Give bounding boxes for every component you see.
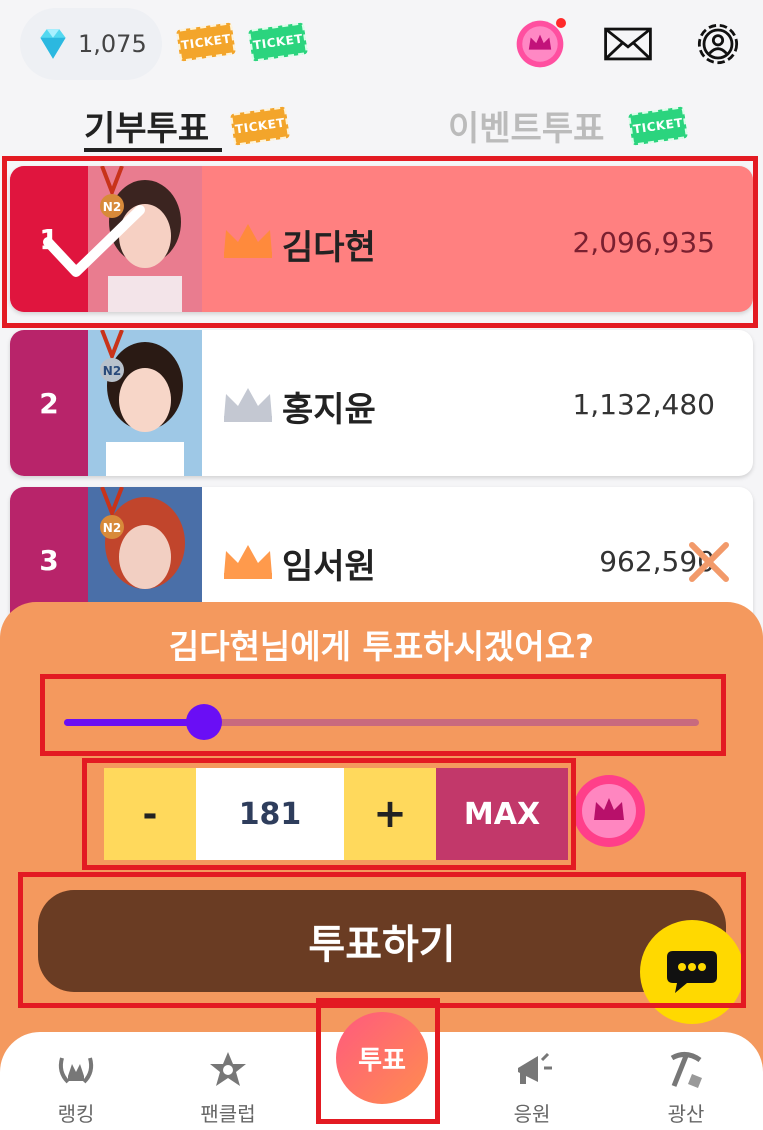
megaphone-icon: [518, 1052, 552, 1084]
vote-sheet-title: 김다현님에게 투표하시겠어요?: [168, 627, 595, 666]
ticket-green-icon: TICKET: [628, 104, 688, 148]
vote-slider-fill: [64, 719, 204, 726]
crown-icon: [224, 388, 272, 422]
laurel-icon: [58, 1057, 94, 1084]
singer-name: 홍지윤: [282, 390, 376, 430]
svg-text:N2: N2: [103, 521, 121, 535]
tab-underline: [84, 148, 222, 152]
gear-user-icon: [697, 23, 739, 65]
close-x-icon[interactable]: [686, 539, 732, 585]
medal-icon: N2: [100, 487, 124, 539]
notification-dot: [556, 18, 566, 28]
tab-donation-vote[interactable]: 기부투표: [84, 100, 209, 150]
decrement-button[interactable]: -: [104, 768, 196, 860]
nav-vote-fab[interactable]: 투표: [336, 1012, 428, 1104]
chat-bubble-icon: [667, 951, 717, 993]
ranking-row-2[interactable]: 2 N2 홍지윤 1,132,480: [10, 330, 753, 476]
star-badge-icon: [210, 1052, 246, 1086]
gem-count: 1,075: [78, 30, 147, 58]
tab-event-vote[interactable]: 이벤트투표: [448, 100, 604, 150]
vote-count: 2,096,935: [572, 226, 715, 259]
nav-mine[interactable]: 광산: [626, 1048, 746, 1127]
ticket-green-icon[interactable]: TICKET: [248, 20, 308, 64]
vote-slider-thumb[interactable]: [185, 704, 222, 740]
checkmark-icon: [43, 205, 145, 277]
max-button[interactable]: MAX: [436, 768, 568, 860]
crown-icon: [224, 545, 272, 579]
nav-fanclub[interactable]: 팬클럽: [168, 1048, 288, 1127]
chat-button[interactable]: [640, 920, 744, 1024]
crown-badge-icon[interactable]: [570, 772, 648, 850]
svg-text:N2: N2: [103, 364, 121, 378]
medal-icon: N2: [100, 330, 124, 382]
vote-submit-button[interactable]: 투표하기: [38, 890, 726, 992]
diamond-icon: [40, 29, 66, 59]
nav-cheer[interactable]: 응원: [472, 1048, 592, 1127]
pickaxe-icon: [670, 1052, 702, 1088]
crown-badge-button[interactable]: [510, 14, 570, 74]
crown-icon: [224, 224, 272, 258]
settings-button[interactable]: [688, 14, 748, 74]
gem-balance[interactable]: 1,075: [20, 8, 162, 80]
nav-ranking[interactable]: 랭킹: [16, 1048, 136, 1127]
ticket-orange-icon: TICKET: [230, 104, 290, 148]
singer-name: 임서원: [282, 547, 376, 587]
ticket-orange-icon[interactable]: TICKET: [176, 20, 236, 64]
mail-button[interactable]: [598, 14, 658, 74]
singer-name: 김다현: [282, 228, 376, 268]
quantity-field[interactable]: 181: [196, 768, 344, 860]
vote-count: 1,132,480: [572, 388, 715, 421]
rank-number: 2: [10, 330, 88, 476]
increment-button[interactable]: +: [344, 768, 436, 860]
mail-icon: [604, 27, 652, 61]
ranking-row-1[interactable]: 1 N2 김다현 2,096,935: [10, 166, 753, 312]
